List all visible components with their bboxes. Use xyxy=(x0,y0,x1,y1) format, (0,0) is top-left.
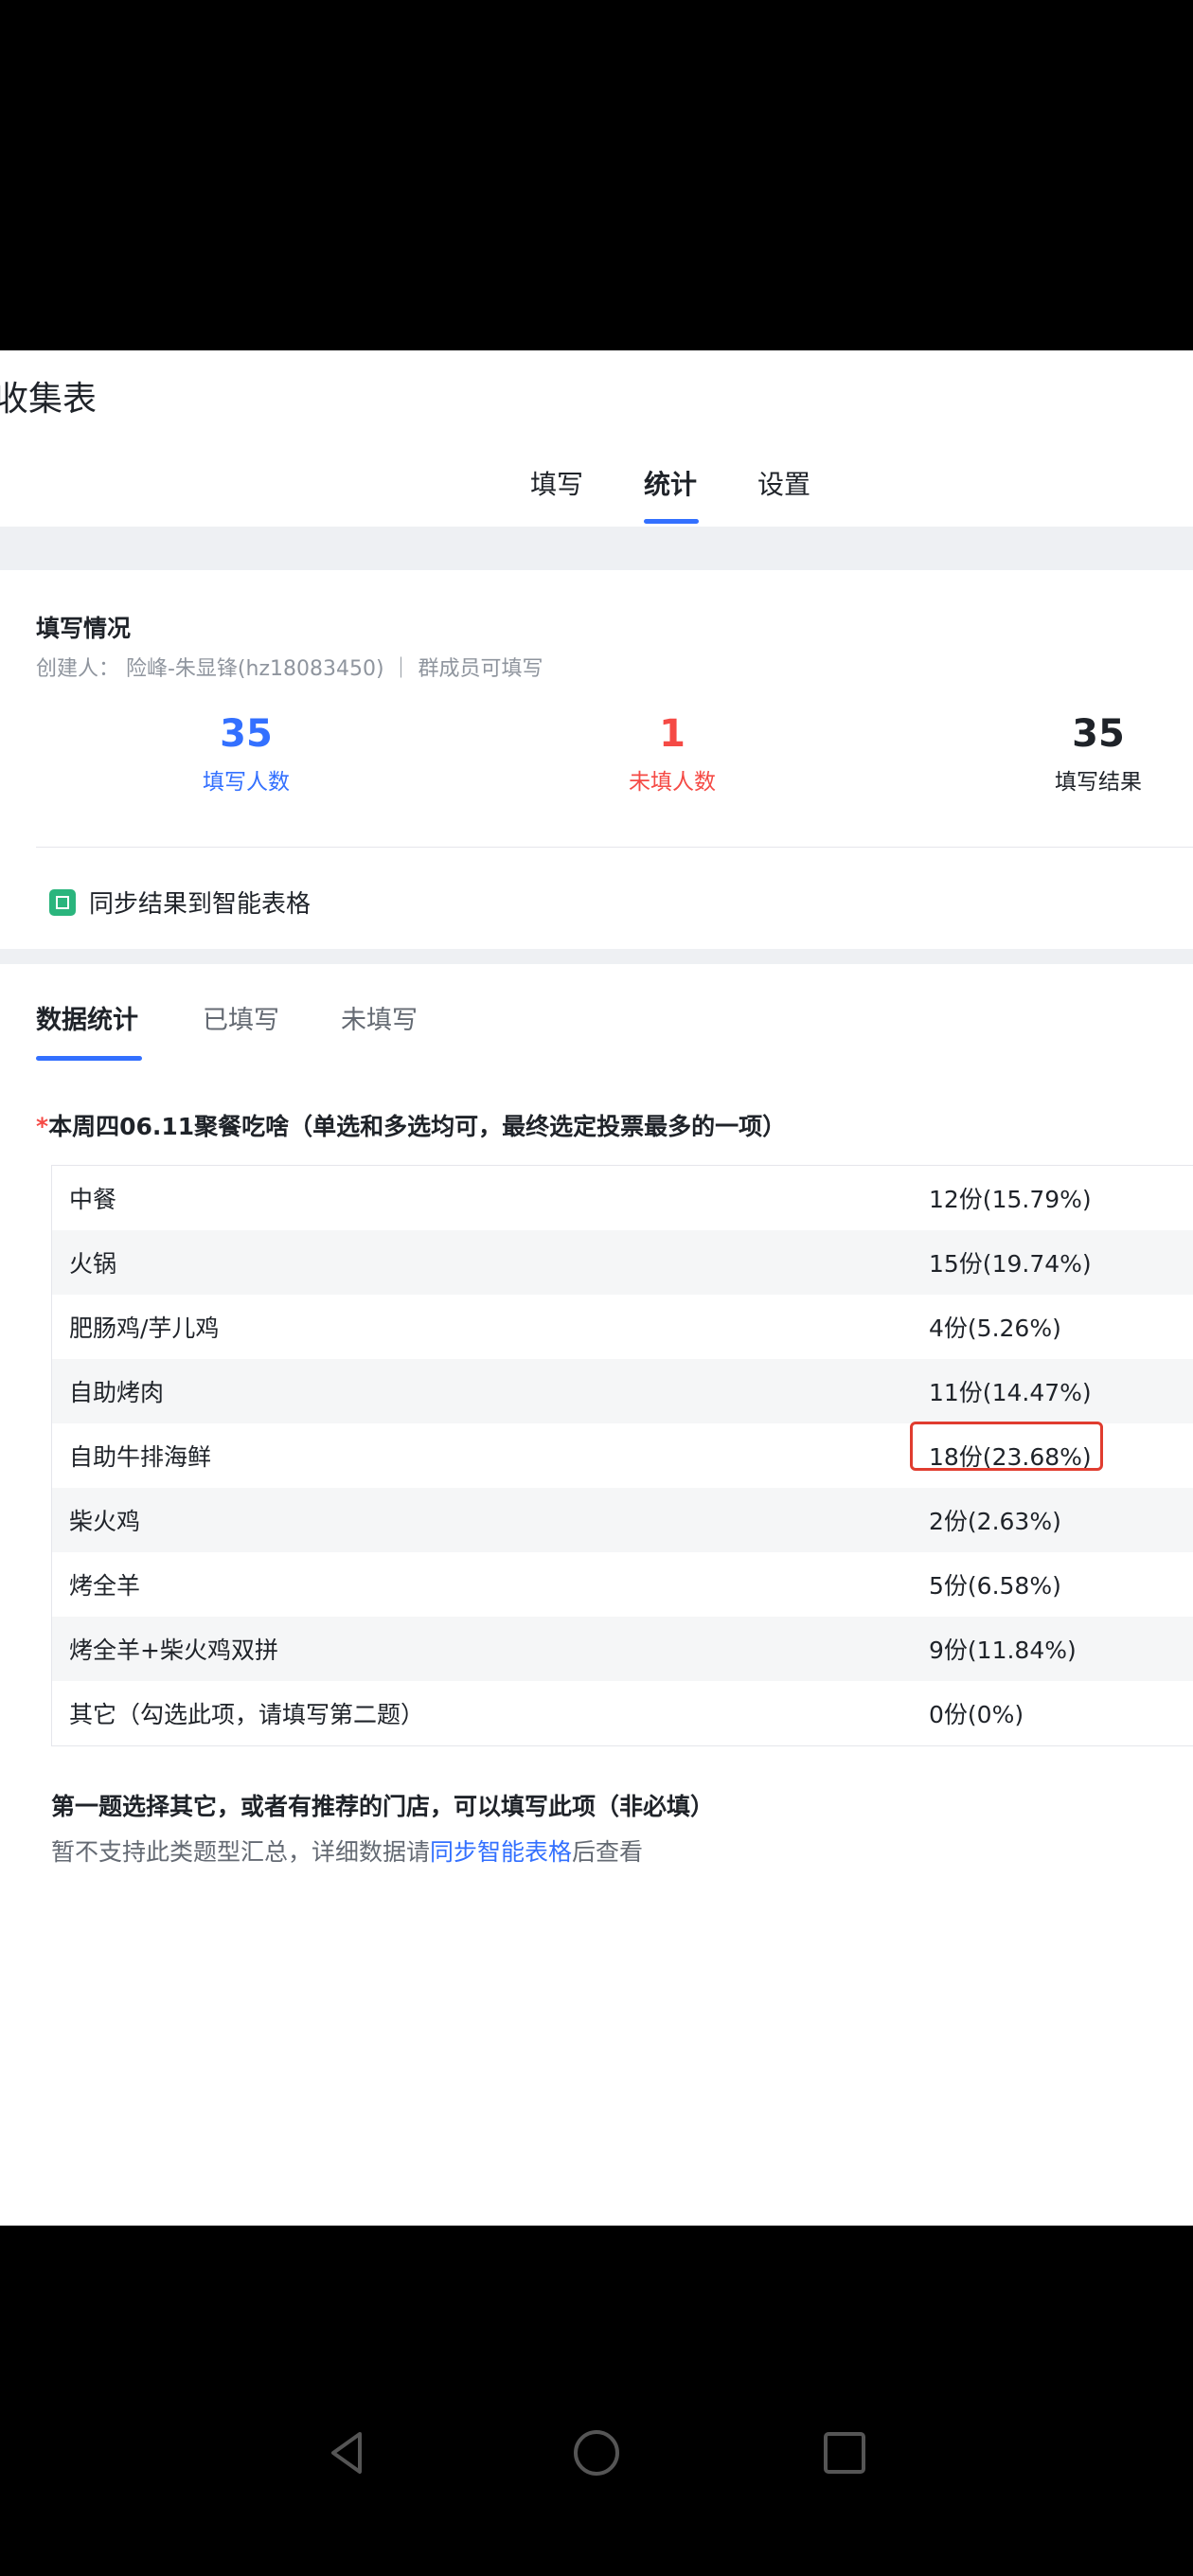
sync-to-sheet-button[interactable]: 同步结果到智能表格 xyxy=(49,885,311,920)
option-name: 其它（勾选此项，请填写第二题） xyxy=(69,1701,425,1728)
form-stats-screen: 收集表 填写 统计 设置 填写情况 创建人： 险峰-朱显锋(hz18083450… xyxy=(0,350,1193,2226)
option-name: 火锅 xyxy=(69,1250,117,1278)
option-result: 15份(19.74%) xyxy=(929,1250,1092,1278)
page-title: 收集表 xyxy=(0,380,98,419)
recents-icon[interactable] xyxy=(816,2424,873,2481)
active-subtab-indicator xyxy=(36,1056,142,1061)
home-icon[interactable] xyxy=(568,2424,625,2481)
option-name: 肥肠鸡/芋儿鸡 xyxy=(69,1315,220,1342)
table-row: 烤全羊+柴火鸡双拼 9份(11.84%) xyxy=(52,1617,1193,1681)
stat-unfilled[interactable]: 1 未填人数 xyxy=(615,712,729,796)
option-name: 中餐 xyxy=(69,1186,117,1213)
section-divider xyxy=(0,527,1193,570)
top-tab-bar: 填写 统计 设置 xyxy=(0,464,1193,517)
results-table: 中餐 12份(15.79%) 火锅 15份(19.74%) 肥肠鸡/芋儿鸡 4份… xyxy=(51,1165,1193,1746)
table-row: 自助烤肉 11份(14.47%) xyxy=(52,1359,1193,1423)
note-prefix: 暂不支持此类题型汇总，详细数据请 xyxy=(51,1838,431,1866)
unsupported-note: 暂不支持此类题型汇总，详细数据请同步智能表格后查看 xyxy=(51,1834,643,1868)
table-row: 柴火鸡 2份(2.63%) xyxy=(52,1488,1193,1552)
active-tab-indicator xyxy=(644,519,699,524)
stat-filled-value: 35 xyxy=(220,712,273,756)
option-result: 12份(15.79%) xyxy=(929,1186,1092,1213)
option-name: 柴火鸡 xyxy=(69,1508,141,1535)
tab-unfilled[interactable]: 未填写 xyxy=(341,999,418,1036)
table-row: 中餐 12份(15.79%) xyxy=(52,1166,1193,1230)
option-result-highlighted: 18份(23.68%) xyxy=(910,1422,1193,1473)
option-name: 烤全羊+柴火鸡双拼 xyxy=(69,1637,278,1664)
option-name: 烤全羊 xyxy=(69,1572,141,1600)
table-row: 肥肠鸡/芋儿鸡 4份(5.26%) xyxy=(52,1295,1193,1359)
system-nav-bar xyxy=(0,2424,1193,2519)
table-row: 自助牛排海鲜 18份(23.68%) xyxy=(52,1422,1193,1488)
question-text: 本周四06.11聚餐吃啥（单选和多选均可，最终选定投票最多的一项） xyxy=(48,1113,787,1140)
option-name: 自助牛排海鲜 xyxy=(69,1443,212,1471)
tab-settings[interactable]: 设置 xyxy=(757,464,810,502)
question-title: *本周四06.11聚餐吃啥（单选和多选均可，最终选定投票最多的一项） xyxy=(36,1108,786,1142)
table-row: 烤全羊 5份(6.58%) xyxy=(52,1552,1193,1617)
creator-info: 创建人： 险峰-朱显锋(hz18083450) ｜ 群成员可填写 xyxy=(36,657,543,681)
summary-title: 填写情况 xyxy=(36,615,132,642)
divider xyxy=(36,847,1193,848)
stat-filled[interactable]: 35 填写人数 xyxy=(189,712,303,796)
stat-results[interactable]: 35 填写结果 xyxy=(1042,712,1155,796)
option-result: 5份(6.58%) xyxy=(929,1572,1061,1600)
stat-results-label: 填写结果 xyxy=(1055,770,1142,795)
tab-filled[interactable]: 已填写 xyxy=(203,999,279,1036)
option-result: 2份(2.63%) xyxy=(929,1508,1061,1535)
table-row: 其它（勾选此项，请填写第二题） 0份(0%) xyxy=(52,1681,1193,1745)
sync-sheet-link[interactable]: 同步智能表格 xyxy=(430,1838,572,1866)
section-divider xyxy=(0,949,1193,964)
sync-label: 同步结果到智能表格 xyxy=(89,890,312,919)
tab-data-stats[interactable]: 数据统计 xyxy=(36,999,138,1036)
option-name: 自助烤肉 xyxy=(69,1379,165,1406)
note-suffix: 后查看 xyxy=(572,1838,644,1866)
sheet-icon xyxy=(49,888,76,916)
table-row: 火锅 15份(19.74%) xyxy=(52,1230,1193,1295)
stat-filled-label: 填写人数 xyxy=(203,770,290,795)
highlight-box xyxy=(910,1422,1103,1471)
tab-stats[interactable]: 统计 xyxy=(644,464,697,502)
tab-fill[interactable]: 填写 xyxy=(530,464,583,502)
option-result: 0份(0%) xyxy=(929,1701,1024,1728)
option-result: 11份(14.47%) xyxy=(929,1379,1092,1406)
stat-unfilled-value: 1 xyxy=(659,712,686,756)
option-result: 9份(11.84%) xyxy=(929,1637,1077,1664)
option-result: 4份(5.26%) xyxy=(929,1315,1061,1342)
required-star: * xyxy=(36,1113,49,1140)
stat-unfilled-label: 未填人数 xyxy=(629,770,716,795)
question-2-title: 第一题选择其它，或者有推荐的门店，可以填写此项（非必填） xyxy=(51,1793,715,1820)
stat-results-value: 35 xyxy=(1072,712,1125,756)
back-icon[interactable] xyxy=(318,2424,375,2481)
summary-card: 填写情况 创建人： 险峰-朱显锋(hz18083450) ｜ 群成员可填写 35… xyxy=(0,570,1193,949)
